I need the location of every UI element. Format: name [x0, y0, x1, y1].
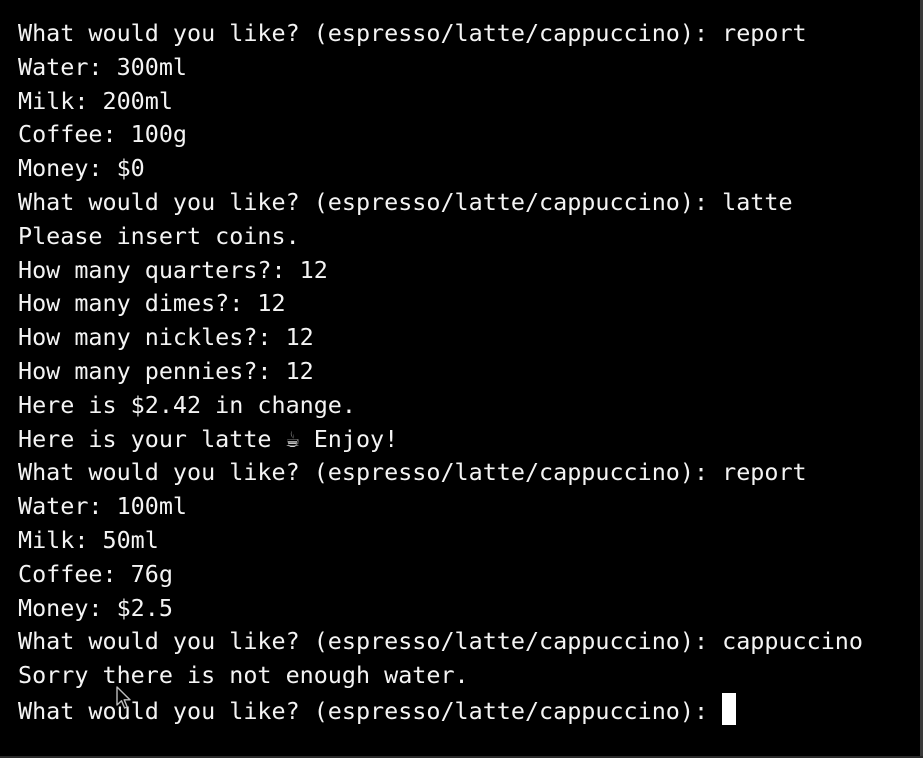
mouse-pointer-icon — [116, 686, 131, 709]
terminal-line: Here is your latte ☕ Enjoy! — [18, 424, 399, 453]
block-cursor — [722, 692, 737, 725]
terminal-line: Water: 300ml — [18, 52, 187, 81]
terminal-output: What would you like? (espresso/latte/cap… — [18, 17, 863, 727]
terminal-line: How many dimes?: 12 — [18, 289, 286, 318]
terminal-line: Sorry there is not enough water. — [18, 661, 469, 690]
terminal-line: Here is $2.42 in change. — [18, 390, 356, 419]
terminal-line: Money: $2.5 — [18, 593, 173, 622]
terminal-prompt-line[interactable]: What would you like? (espresso/latte/cap… — [18, 692, 863, 727]
terminal-line: Please insert coins. — [18, 221, 300, 250]
terminal-line: What would you like? (espresso/latte/cap… — [18, 458, 807, 487]
terminal-line: What would you like? (espresso/latte/cap… — [18, 627, 863, 656]
terminal-line: How many pennies?: 12 — [18, 356, 314, 385]
terminal-line: What would you like? (espresso/latte/cap… — [18, 187, 793, 216]
terminal-line: Money: $0 — [18, 154, 145, 183]
terminal-line: Coffee: 76g — [18, 559, 173, 588]
terminal-line: Water: 100ml — [18, 492, 187, 521]
terminal-line: How many nickles?: 12 — [18, 323, 314, 352]
terminal-line: How many quarters?: 12 — [18, 255, 328, 284]
terminal-line: Coffee: 100g — [18, 120, 187, 149]
terminal-line: What would you like? (espresso/latte/cap… — [18, 19, 807, 47]
terminal-line: Milk: 50ml — [18, 525, 159, 554]
terminal-line: Milk: 200ml — [18, 86, 173, 115]
terminal-window[interactable]: What would you like? (espresso/latte/cap… — [0, 0, 923, 758]
